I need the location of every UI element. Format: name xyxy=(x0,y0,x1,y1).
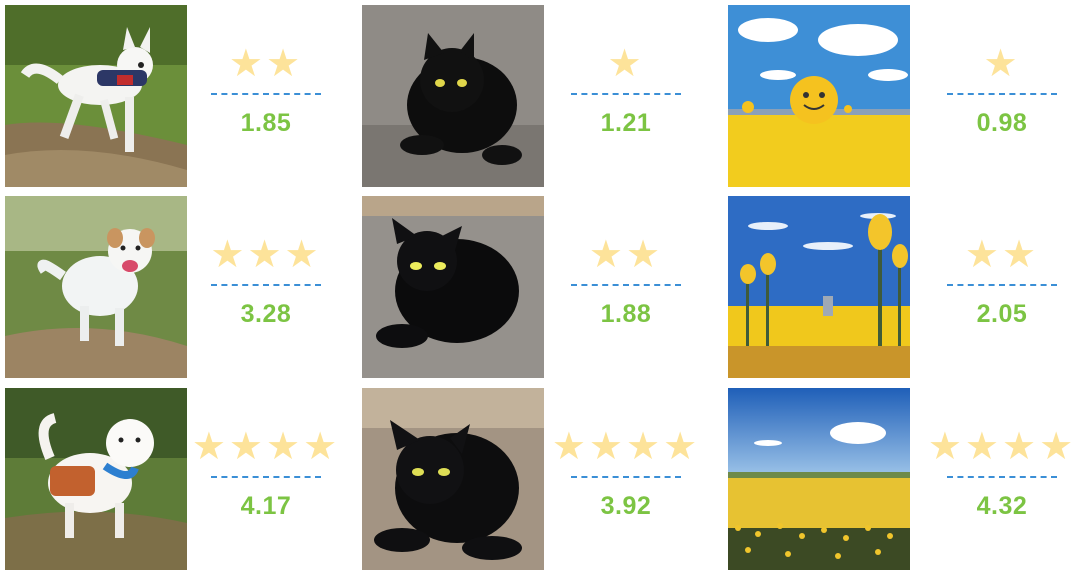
cat-image-1 xyxy=(362,5,544,187)
star-rating: ★ ★ ★ ★ xyxy=(927,424,1071,468)
star-rating: ★ ★ xyxy=(228,41,304,85)
dashed-divider xyxy=(947,284,1057,286)
star-icon: ★ xyxy=(551,424,589,468)
cat-image-2 xyxy=(362,196,544,378)
star-icon: ★ xyxy=(588,232,626,276)
star-icon: ★ xyxy=(210,232,248,276)
rating-panel: ★ ★ ★ 3.28 xyxy=(186,196,346,378)
score-value: 2.05 xyxy=(976,300,1028,328)
star-icon: ★ xyxy=(266,41,304,85)
score-value: 4.32 xyxy=(976,492,1028,520)
dashed-divider xyxy=(571,476,681,478)
star-rating: ★ ★ xyxy=(964,232,1040,276)
rating-panel: ★ ★ ★ ★ 3.92 xyxy=(546,388,706,570)
score-value: 0.98 xyxy=(976,109,1028,137)
star-rating: ★ ★ xyxy=(588,232,664,276)
score-value: 1.88 xyxy=(600,300,652,328)
field-image-3 xyxy=(728,388,910,570)
star-icon: ★ xyxy=(983,41,1021,85)
field-image-1 xyxy=(728,5,910,187)
score-value: 3.28 xyxy=(240,300,292,328)
dashed-divider xyxy=(211,476,321,478)
star-icon: ★ xyxy=(626,424,664,468)
star-icon: ★ xyxy=(247,232,285,276)
star-icon: ★ xyxy=(626,232,664,276)
dashed-divider xyxy=(211,93,321,95)
star-rating: ★ ★ ★ ★ xyxy=(191,424,341,468)
star-icon: ★ xyxy=(303,424,341,468)
star-icon: ★ xyxy=(228,41,266,85)
star-icon: ★ xyxy=(607,41,645,85)
score-value: 1.21 xyxy=(600,109,652,137)
cat-image-3 xyxy=(362,388,544,570)
rating-panel: ★ ★ 1.85 xyxy=(186,5,346,187)
star-icon: ★ xyxy=(964,424,1002,468)
star-icon: ★ xyxy=(588,424,626,468)
dashed-divider xyxy=(947,93,1057,95)
score-value: 3.92 xyxy=(600,492,652,520)
dog-image-3 xyxy=(5,388,187,570)
star-icon: ★ xyxy=(1002,232,1040,276)
star-icon: ★ xyxy=(663,424,701,468)
star-rating: ★ xyxy=(607,41,645,85)
score-value: 4.17 xyxy=(240,492,292,520)
star-icon: ★ xyxy=(228,424,266,468)
dog-image-2 xyxy=(5,196,187,378)
dashed-divider xyxy=(211,284,321,286)
star-icon: ★ xyxy=(266,424,304,468)
star-icon: ★ xyxy=(964,232,1002,276)
rating-panel: ★ ★ ★ ★ 4.32 xyxy=(922,388,1071,570)
star-icon: ★ xyxy=(191,424,229,468)
star-icon: ★ xyxy=(284,232,322,276)
star-icon: ★ xyxy=(927,424,965,468)
rating-panel: ★ 0.98 xyxy=(922,5,1071,187)
dog-image-1 xyxy=(5,5,187,187)
score-value: 1.85 xyxy=(240,109,292,137)
field-image-2 xyxy=(728,196,910,378)
rating-panel: ★ ★ ★ ★ 4.17 xyxy=(186,388,346,570)
rating-panel: ★ ★ 2.05 xyxy=(922,196,1071,378)
dashed-divider xyxy=(571,93,681,95)
dashed-divider xyxy=(947,476,1057,478)
rating-panel: ★ ★ 1.88 xyxy=(546,196,706,378)
star-icon: ★ xyxy=(1039,424,1071,468)
star-rating: ★ ★ ★ xyxy=(210,232,322,276)
star-icon: ★ xyxy=(1002,424,1040,468)
star-rating: ★ xyxy=(983,41,1021,85)
dashed-divider xyxy=(571,284,681,286)
rating-panel: ★ 1.21 xyxy=(546,5,706,187)
star-rating: ★ ★ ★ ★ xyxy=(551,424,701,468)
